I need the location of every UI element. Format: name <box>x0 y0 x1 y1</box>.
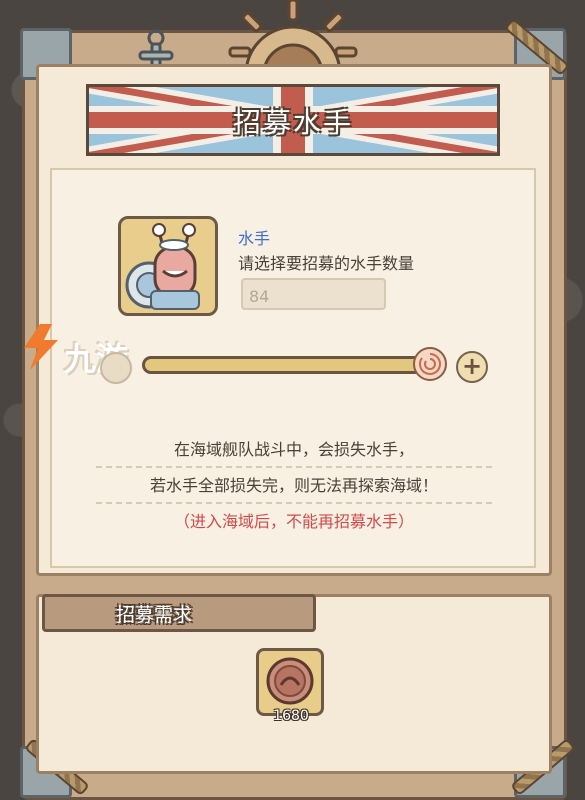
info-text-line: 在海域舰队战斗中，会损失水手， <box>96 436 492 468</box>
warning-text: （进入海域后，不能再招募水手） <box>173 512 414 531</box>
title-banner: 招募水手 <box>86 84 500 156</box>
ship-wheel-icon <box>228 0 358 74</box>
unit-name: 水手 <box>238 229 271 248</box>
sailor-portrait <box>118 216 218 316</box>
shell-slider-handle[interactable] <box>412 346 448 382</box>
snail-sailor-icon <box>125 223 200 310</box>
info-text-line: 若水手全部损失完，则无法再探索海域！ <box>96 472 492 504</box>
dialog-title: 招募水手 <box>232 106 353 139</box>
quantity-field[interactable] <box>241 278 386 310</box>
coin-icon <box>266 657 314 705</box>
requirements-title: 招募需求 <box>116 604 193 626</box>
unit-prompt: 请选择要招募的水手数量 <box>238 254 415 273</box>
quantity-slider[interactable] <box>142 356 432 374</box>
cost-item <box>256 648 324 716</box>
decrease-button[interactable] <box>100 352 132 384</box>
increase-button[interactable]: + <box>456 351 488 383</box>
cost-value: 1680 <box>273 708 309 724</box>
watermark-logo-icon <box>18 322 64 376</box>
